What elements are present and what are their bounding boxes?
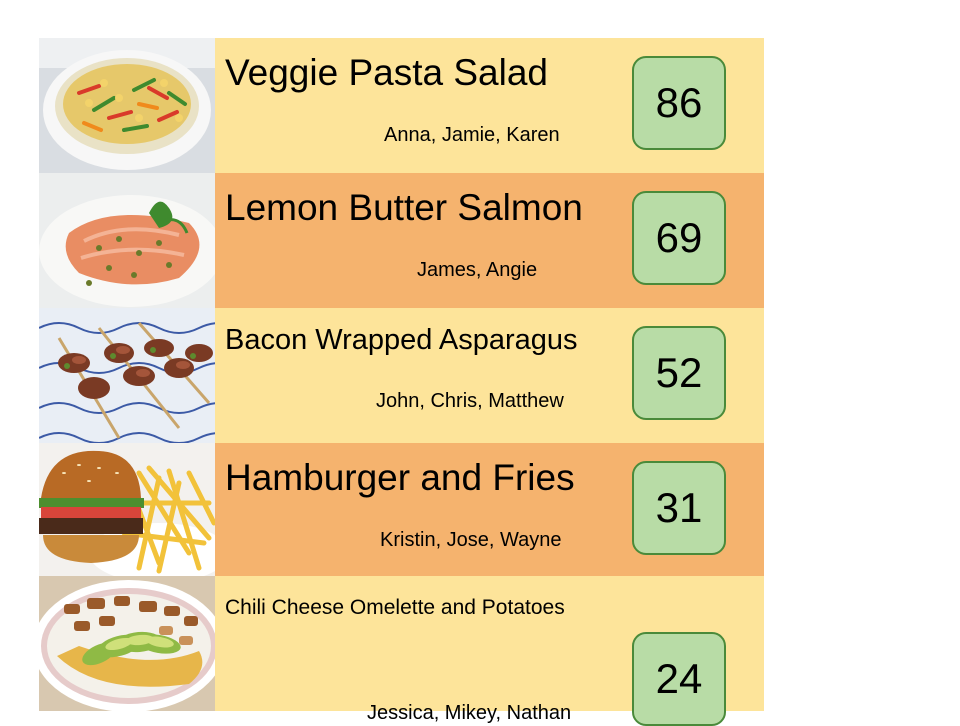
bacon-asparagus-photo (39, 308, 215, 443)
dish-row: Bacon Wrapped Asparagus John, Chris, Mat… (39, 308, 764, 443)
dish-name: Veggie Pasta Salad (225, 52, 548, 93)
dish-people: Anna, Jamie, Karen (384, 124, 560, 146)
dish-name: Hamburger and Fries (225, 457, 575, 498)
score-badge: 86 (632, 56, 726, 150)
dish-people: James, Angie (417, 259, 538, 281)
dish-row: Chili Cheese Omelette and Potatoes Jessi… (39, 576, 764, 726)
pasta-salad-photo (39, 38, 215, 173)
omelette-potatoes-photo (39, 576, 215, 711)
dish-row: Hamburger and Fries Kristin, Jose, Wayne… (39, 443, 764, 578)
dish-row: Lemon Butter Salmon James, Angie 69 (39, 173, 764, 308)
hamburger-fries-photo (39, 443, 215, 578)
score-badge: 31 (632, 461, 726, 555)
dish-people: Kristin, Jose, Wayne (380, 529, 562, 551)
score-badge: 24 (632, 632, 726, 726)
score-badge: 69 (632, 191, 726, 285)
dish-people: John, Chris, Matthew (376, 390, 564, 412)
dish-row: Veggie Pasta Salad Anna, Jamie, Karen 86 (39, 38, 764, 173)
score-badge: 52 (632, 326, 726, 420)
dish-name: Lemon Butter Salmon (225, 187, 583, 228)
salmon-photo (39, 173, 215, 308)
dish-people: Jessica, Mikey, Nathan (367, 702, 572, 724)
dish-name: Bacon Wrapped Asparagus (225, 324, 578, 356)
dish-name: Chili Cheese Omelette and Potatoes (225, 596, 565, 619)
dish-ranking-board: Veggie Pasta Salad Anna, Jamie, Karen 86 (39, 38, 764, 726)
